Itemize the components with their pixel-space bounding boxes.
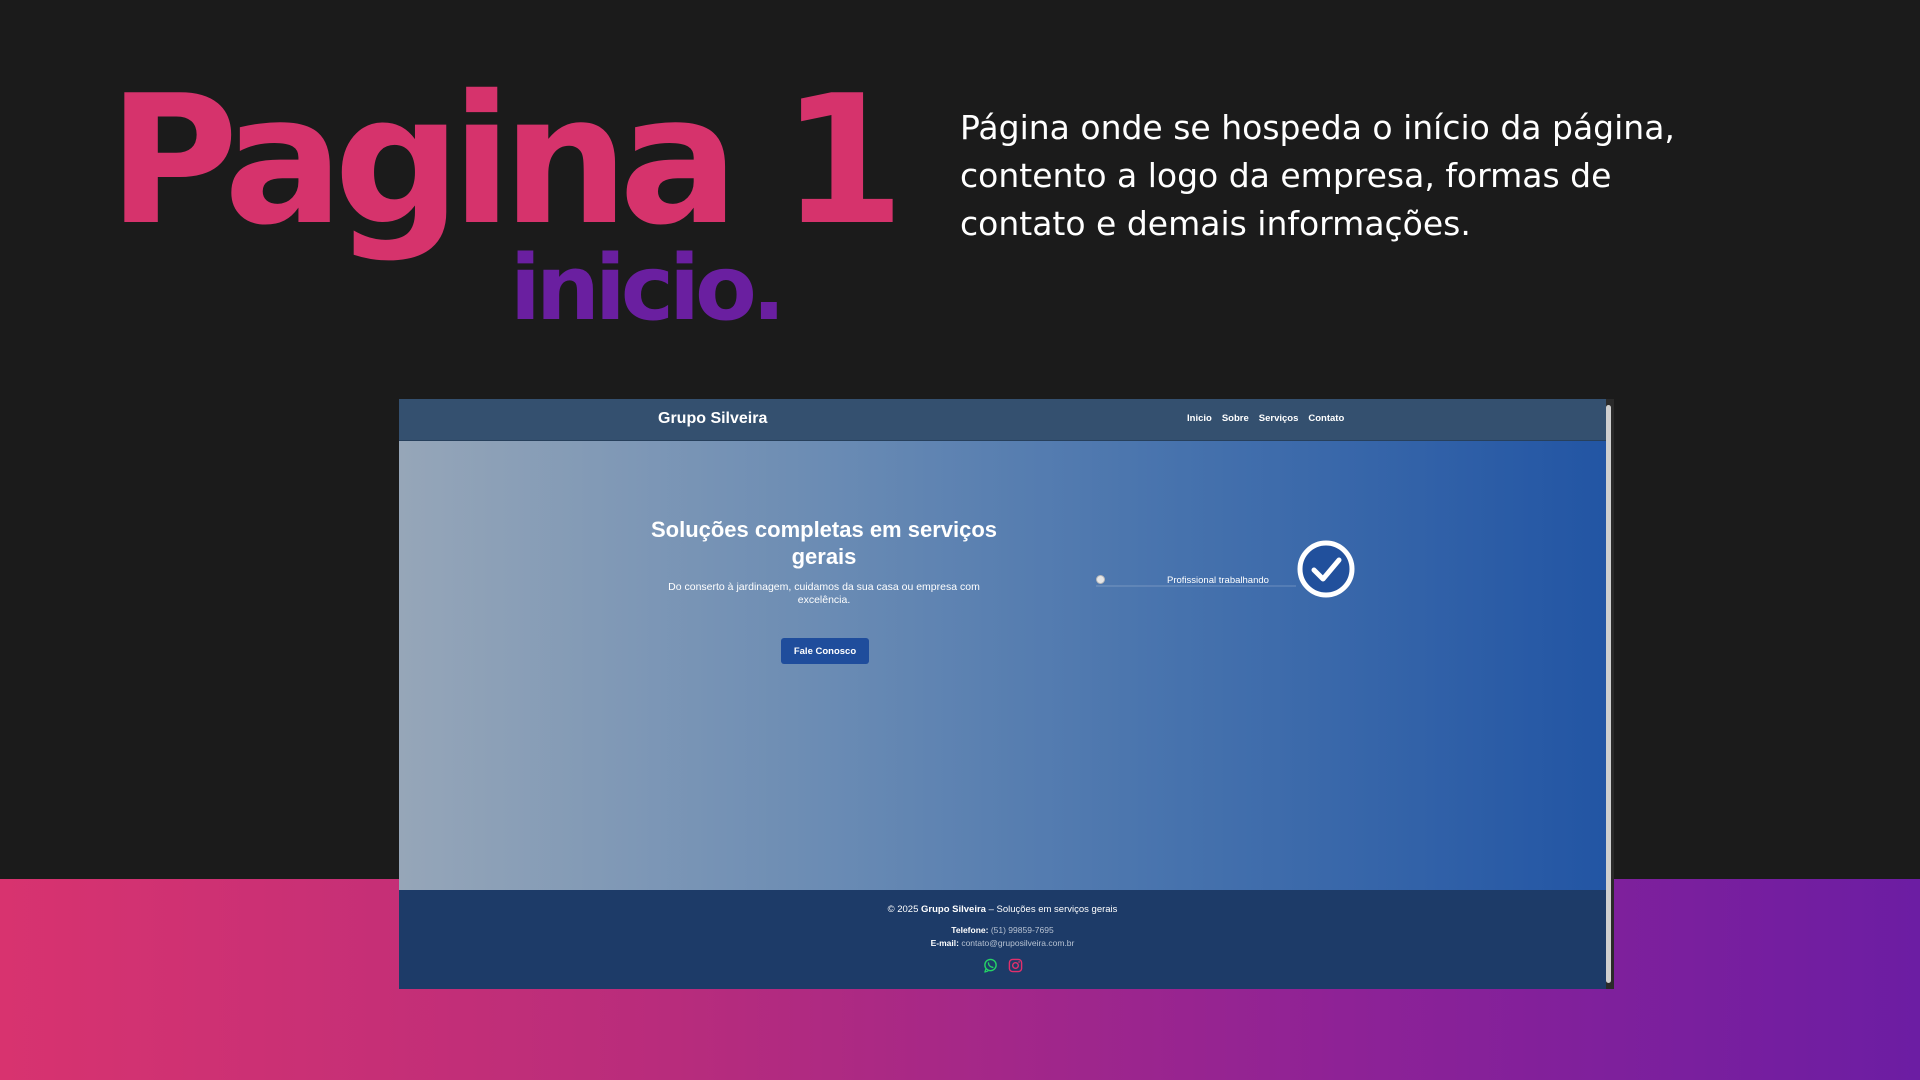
email-value[interactable]: contato@gruposilveira.com.br [961,938,1074,948]
site-nav: Inicio Sobre Serviços Contato [1187,413,1344,424]
copyright-prefix: © 2025 [887,904,921,915]
hero-title: Soluções completas em serviços gerais [650,517,998,569]
social-links [983,958,1023,973]
slide-subheadline: inicio. [510,236,786,341]
instagram-icon[interactable] [1008,958,1023,973]
whatsapp-icon[interactable] [983,958,998,973]
nav-link-servicos[interactable]: Serviços [1259,413,1299,424]
copyright-suffix: – Soluções em serviços gerais [985,904,1118,915]
website-screenshot: Grupo Silveira Inicio Sobre Serviços Con… [399,399,1614,989]
scrollbar[interactable] [1606,405,1611,983]
footer-copyright: © 2025 Grupo Silveira – Soluções em serv… [399,904,1606,915]
nav-link-contato[interactable]: Contato [1308,413,1344,424]
footer-phone: Telefone: (51) 99859-7695 [399,925,1606,935]
hero-section: Soluções completas em serviços gerais Do… [399,441,1606,890]
footer-email: E-mail: contato@gruposilveira.com.br [399,938,1606,948]
hero-image: Profissional trabalhando [1096,575,1296,587]
website-page: Grupo Silveira Inicio Sobre Serviços Con… [399,399,1606,989]
check-circle-icon [1297,540,1355,598]
hero-image-alt-text: Profissional trabalhando [1167,575,1269,586]
phone-label: Telefone: [951,925,989,935]
broken-image-icon [1096,575,1105,584]
site-header: Grupo Silveira Inicio Sobre Serviços Con… [399,399,1606,441]
site-footer: © 2025 Grupo Silveira – Soluções em serv… [399,890,1606,989]
email-label: E-mail: [930,938,959,948]
hero-text: Do conserto à jardinagem, cuidamos da su… [668,581,980,606]
site-logo[interactable]: Grupo Silveira [658,410,767,428]
phone-value[interactable]: (51) 99859-7695 [991,925,1054,935]
nav-link-inicio[interactable]: Inicio [1187,413,1212,424]
slide-description: Página onde se hospeda o início da págin… [960,108,1675,243]
slide-headline: Pagina 1 [108,57,905,264]
copyright-brand: Grupo Silveira [921,904,986,915]
nav-link-sobre[interactable]: Sobre [1222,413,1249,424]
contact-us-button[interactable]: Fale Conosco [781,638,869,664]
